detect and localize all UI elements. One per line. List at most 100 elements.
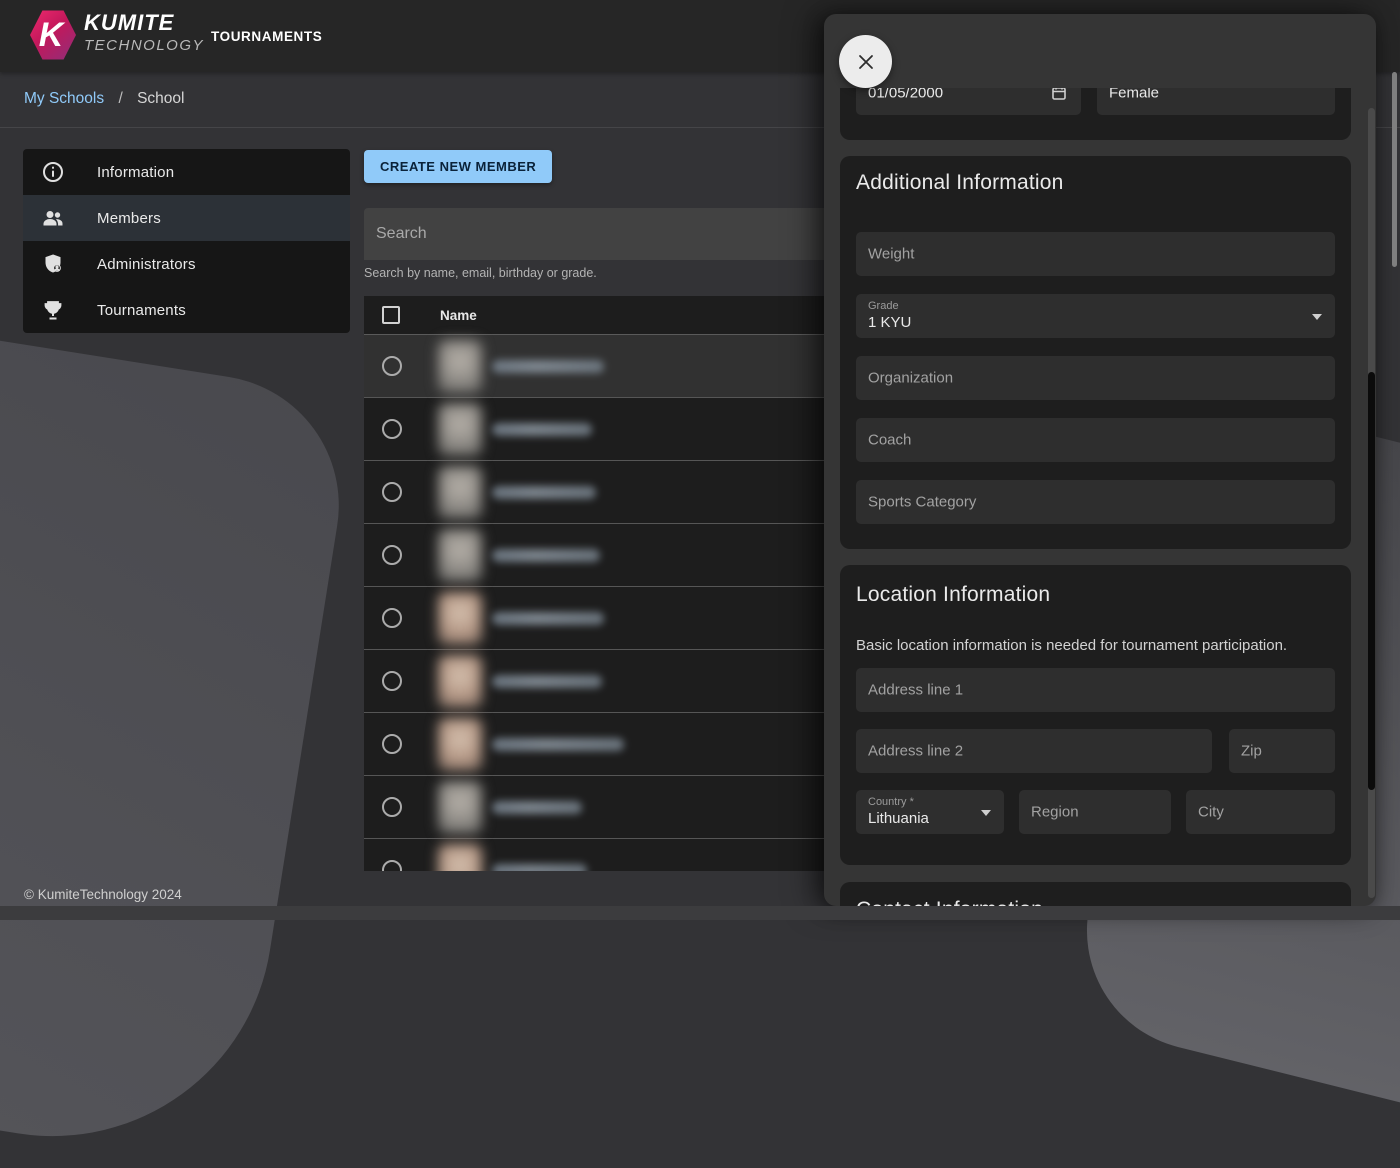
- member-search-field[interactable]: [364, 208, 840, 260]
- brand-text: KUMITE TECHNOLOGY: [84, 12, 204, 53]
- zip-field[interactable]: Zip: [1229, 729, 1335, 773]
- country-value: Lithuania: [868, 810, 929, 827]
- region-field[interactable]: Region: [1019, 790, 1171, 834]
- page-vertical-scrollbar-thumb[interactable]: [1392, 72, 1397, 267]
- member-radio[interactable]: [382, 734, 402, 754]
- member-row[interactable]: [364, 461, 840, 524]
- member-name-redacted: [492, 864, 587, 871]
- member-radio[interactable]: [382, 419, 402, 439]
- sidebar-item-tournaments[interactable]: Tournaments: [23, 287, 350, 333]
- member-radio[interactable]: [382, 356, 402, 376]
- member-name-redacted: [492, 423, 592, 436]
- breadcrumb: My Schools / School: [24, 90, 184, 108]
- search-hint: Search by name, email, birthday or grade…: [364, 266, 597, 280]
- member-radio[interactable]: [382, 608, 402, 628]
- grade-select[interactable]: Grade 1 KYU: [856, 294, 1335, 338]
- sports-category-placeholder: Sports Category: [868, 494, 976, 511]
- location-description: Basic location information is needed for…: [840, 637, 1351, 654]
- member-row[interactable]: [364, 713, 840, 776]
- member-row[interactable]: [364, 776, 840, 839]
- close-drawer-button[interactable]: [839, 35, 892, 88]
- sidebar-item-label: Administrators: [97, 256, 196, 273]
- drawer-scrollbar-thumb[interactable]: [1368, 372, 1375, 790]
- grade-label: Grade: [868, 300, 899, 312]
- members-table-header: Name: [364, 296, 840, 335]
- logo-letter: K: [30, 9, 76, 61]
- organization-placeholder: Organization: [868, 370, 953, 387]
- select-all-checkbox[interactable]: [382, 306, 400, 324]
- member-details-drawer: 01/05/2000 Female Additional Information…: [824, 14, 1376, 906]
- members-icon: [41, 206, 65, 230]
- member-row[interactable]: [364, 650, 840, 713]
- member-row[interactable]: [364, 398, 840, 461]
- member-radio[interactable]: [382, 860, 402, 871]
- member-name-redacted: [492, 675, 602, 688]
- member-radio[interactable]: [382, 797, 402, 817]
- member-avatar: [438, 340, 482, 393]
- sidebar-item-members[interactable]: Members: [23, 195, 350, 241]
- country-select[interactable]: Country * Lithuania: [856, 790, 1004, 834]
- address1-placeholder: Address line 1: [868, 682, 963, 699]
- member-name-redacted: [492, 486, 596, 499]
- page-horizontal-scrollbar-track[interactable]: [0, 906, 1400, 920]
- drawer-scroll-area: 01/05/2000 Female Additional Information…: [824, 88, 1376, 906]
- breadcrumb-separator: /: [118, 90, 122, 107]
- chevron-down-icon: [981, 810, 991, 816]
- calendar-icon[interactable]: [1051, 88, 1067, 101]
- birthday-field[interactable]: 01/05/2000: [856, 88, 1081, 115]
- member-avatar: [438, 781, 482, 834]
- sidebar-item-information[interactable]: Information: [23, 149, 350, 195]
- sidebar-item-administrators[interactable]: Administrators: [23, 241, 350, 287]
- brand-subname: TECHNOLOGY: [84, 38, 204, 53]
- gender-value: Female: [1109, 88, 1159, 102]
- kumite-logo-icon[interactable]: K: [30, 9, 76, 61]
- coach-placeholder: Coach: [868, 432, 911, 449]
- member-avatar: [438, 844, 482, 871]
- weight-field[interactable]: Weight: [856, 232, 1335, 276]
- city-placeholder: City: [1198, 804, 1224, 821]
- member-avatar: [438, 466, 482, 519]
- member-row[interactable]: [364, 335, 840, 398]
- sports-category-field[interactable]: Sports Category: [856, 480, 1335, 524]
- breadcrumb-my-schools-link[interactable]: My Schools: [24, 90, 104, 107]
- members-table: Name: [364, 296, 840, 871]
- address-line-1-field[interactable]: Address line 1: [856, 668, 1335, 712]
- member-name-redacted: [492, 612, 604, 625]
- gender-field[interactable]: Female: [1097, 88, 1335, 115]
- member-radio[interactable]: [382, 482, 402, 502]
- name-column-header: Name: [440, 308, 477, 323]
- city-field[interactable]: City: [1186, 790, 1335, 834]
- coach-field[interactable]: Coach: [856, 418, 1335, 462]
- member-avatar: [438, 718, 482, 771]
- member-radio[interactable]: [382, 545, 402, 565]
- member-row[interactable]: [364, 524, 840, 587]
- background-swoosh-left: [0, 308, 358, 1168]
- member-avatar: [438, 592, 482, 645]
- trophy-icon: [41, 298, 65, 322]
- member-name-redacted: [492, 360, 604, 373]
- admin-shield-icon: [41, 252, 65, 276]
- country-label: Country *: [868, 796, 914, 808]
- search-input[interactable]: [364, 208, 840, 260]
- create-new-member-button[interactable]: CREATE NEW MEMBER: [364, 150, 552, 183]
- member-avatar: [438, 403, 482, 456]
- address2-placeholder: Address line 2: [868, 743, 963, 760]
- drawer-scrollbar-track[interactable]: [1368, 108, 1375, 898]
- close-icon: [857, 53, 875, 71]
- location-information-card: Location Information Basic location info…: [840, 565, 1351, 865]
- member-row[interactable]: [364, 587, 840, 650]
- info-icon: [41, 160, 65, 184]
- contact-information-card: Contact Information: [840, 882, 1351, 906]
- sidebar-item-label: Members: [97, 210, 161, 227]
- location-information-title: Location Information: [840, 565, 1351, 607]
- additional-information-title: Additional Information: [840, 156, 1351, 195]
- sidebar-item-label: Information: [97, 164, 174, 181]
- member-radio[interactable]: [382, 671, 402, 691]
- zip-placeholder: Zip: [1241, 743, 1262, 760]
- member-row[interactable]: [364, 839, 840, 871]
- weight-placeholder: Weight: [868, 246, 914, 263]
- nav-tournaments[interactable]: TOURNAMENTS: [211, 29, 322, 44]
- member-avatar: [438, 529, 482, 582]
- address-line-2-field[interactable]: Address line 2: [856, 729, 1212, 773]
- organization-field[interactable]: Organization: [856, 356, 1335, 400]
